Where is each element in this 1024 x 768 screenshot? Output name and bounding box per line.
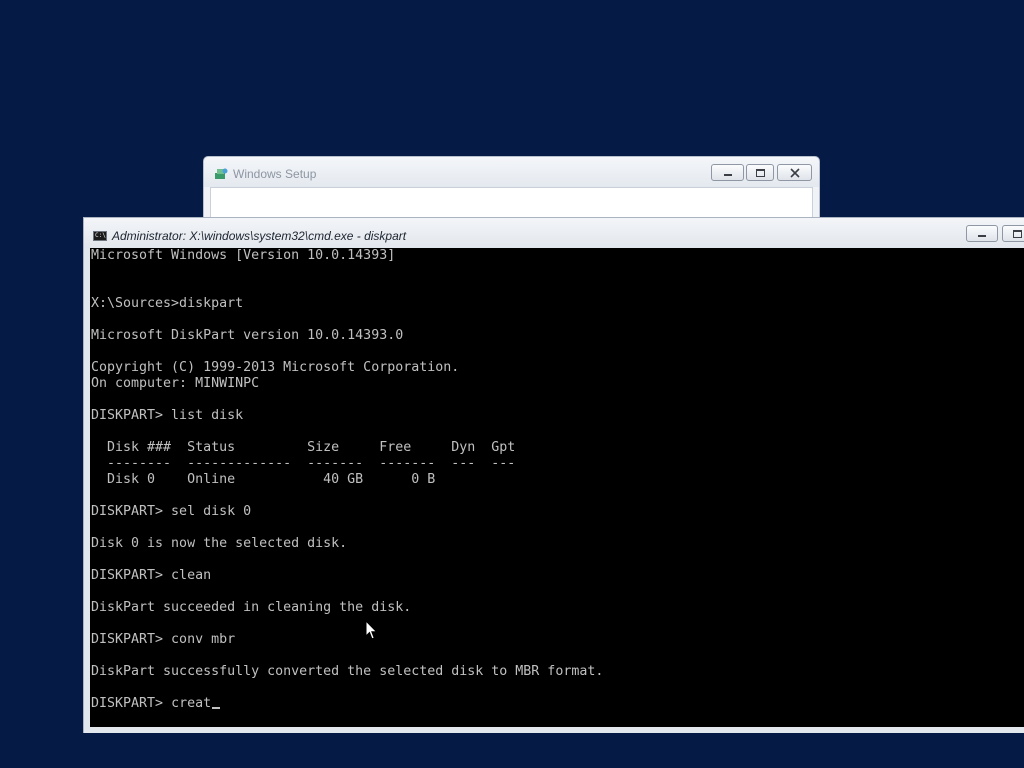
console-line: DISKPART> clean <box>91 568 212 583</box>
console-line: Microsoft DiskPart version 10.0.14393.0 <box>91 328 404 343</box>
setup-window-title: Windows Setup <box>233 167 317 181</box>
console-line: X:\Sources>diskpart <box>91 296 244 311</box>
text-cursor <box>212 707 221 709</box>
console-line: Disk ### Status Size Free Dyn Gpt <box>91 440 516 455</box>
cmd-minimize-button[interactable] <box>966 225 998 242</box>
console-input-line[interactable]: DISKPART> creat <box>91 696 603 712</box>
console-prompt: DISKPART> <box>91 696 172 711</box>
console-output[interactable]: Microsoft Windows [Version 10.0.14393] X… <box>90 248 1024 727</box>
setup-close-button[interactable] <box>777 164 812 181</box>
console-line: DISKPART> sel disk 0 <box>91 504 252 519</box>
setup-disc-icon <box>214 167 228 179</box>
cmd-maximize-button[interactable] <box>1002 225 1024 242</box>
console-current-input[interactable]: creat <box>171 696 211 711</box>
console-line: DISKPART> conv mbr <box>91 632 236 647</box>
console-line: Disk 0 is now the selected disk. <box>91 536 348 551</box>
maximize-icon <box>1003 226 1024 241</box>
setup-title-bar[interactable]: Windows Setup <box>204 157 819 187</box>
console-line: DiskPart successfully converted the sele… <box>91 664 604 679</box>
console-line: DiskPart succeeded in cleaning the disk. <box>91 600 412 615</box>
console-line: Microsoft Windows [Version 10.0.14393] <box>91 248 396 263</box>
console-icon: C:\ <box>93 231 107 241</box>
setup-minimize-button[interactable] <box>711 164 744 181</box>
cmd-window: C:\ Administrator: X:\windows\system32\c… <box>83 217 1024 733</box>
cmd-title-bar[interactable]: C:\ Administrator: X:\windows\system32\c… <box>84 218 1024 248</box>
minimize-icon <box>967 226 997 241</box>
minimize-icon <box>712 165 743 180</box>
maximize-icon <box>747 165 773 180</box>
console-lines: Microsoft Windows [Version 10.0.14393] X… <box>91 248 603 712</box>
console-line: DISKPART> list disk <box>91 408 244 423</box>
console-line: Disk 0 Online 40 GB 0 B <box>91 472 436 487</box>
mouse-pointer-icon <box>365 620 378 640</box>
close-icon <box>778 165 811 180</box>
console-line: On computer: MINWINPC <box>91 376 260 391</box>
console-line: Copyright (C) 1999-2013 Microsoft Corpor… <box>91 360 460 375</box>
setup-maximize-button[interactable] <box>746 164 774 181</box>
console-line: -------- ------------- ------- ------- -… <box>91 456 516 471</box>
cmd-window-title: Administrator: X:\windows\system32\cmd.e… <box>112 229 407 243</box>
